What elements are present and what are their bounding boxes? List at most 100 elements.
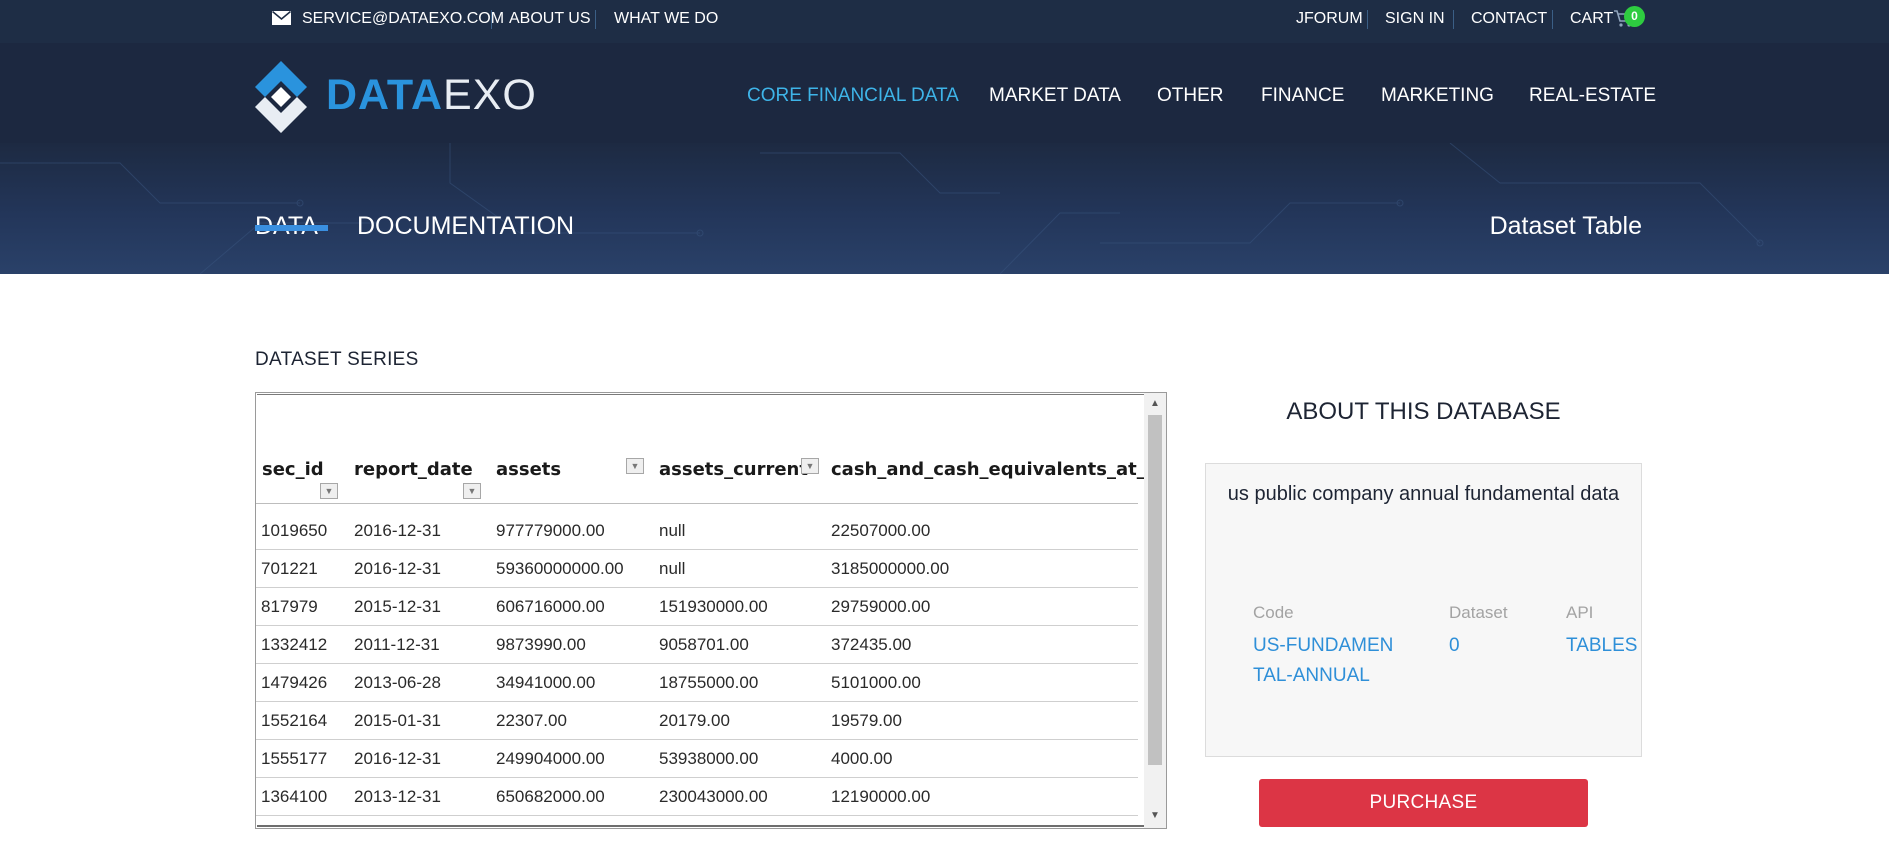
section-title: DATASET SERIES bbox=[255, 349, 419, 370]
table-bottom-border bbox=[257, 825, 1144, 827]
logo-icon[interactable] bbox=[253, 61, 317, 133]
about-title: ABOUT THIS DATABASE bbox=[1286, 398, 1561, 425]
table-row[interactable]: 1555177 2016-12-31 249904000.00 53938000… bbox=[256, 740, 1138, 778]
table-row[interactable]: 1332412 2011-12-31 9873990.00 9058701.00… bbox=[256, 626, 1138, 664]
cell-sec-id: 1364100 bbox=[261, 787, 328, 806]
table-row[interactable]: 1364100 2013-12-31 650682000.00 23004300… bbox=[256, 778, 1138, 816]
code-label: Code bbox=[1253, 603, 1294, 622]
cell-sec-id: 1332412 bbox=[261, 635, 328, 654]
scroll-down-icon[interactable]: ▼ bbox=[1144, 807, 1166, 825]
divider bbox=[1367, 10, 1368, 29]
cell-assets: 59360000000.00 bbox=[496, 559, 624, 578]
nav-market-data[interactable]: MARKET DATA bbox=[989, 83, 1121, 109]
cell-cash: 3185000000.00 bbox=[831, 559, 950, 578]
cell-report-date: 2016-12-31 bbox=[354, 521, 441, 540]
dataset-link[interactable]: 0 bbox=[1449, 631, 1460, 661]
cell-cash: 19579.00 bbox=[831, 711, 902, 730]
table-row[interactable]: 817979 2015-12-31 606716000.00 151930000… bbox=[256, 588, 1138, 626]
filter-dropdown-icon[interactable]: ▼ bbox=[626, 458, 644, 474]
logo-text-thin: EXO bbox=[443, 71, 537, 119]
nav-marketing[interactable]: MARKETING bbox=[1381, 83, 1494, 109]
table-top-border bbox=[257, 394, 1144, 395]
cell-cash: 372435.00 bbox=[831, 635, 912, 654]
table-row[interactable]: 1479426 2013-06-28 34941000.00 18755000.… bbox=[256, 664, 1138, 702]
page-subtitle: Dataset Table bbox=[1489, 212, 1642, 240]
scroll-up-icon[interactable]: ▲ bbox=[1144, 395, 1166, 413]
table-row[interactable]: 1019650 2016-12-31 977779000.00 null 225… bbox=[256, 512, 1138, 550]
vertical-scrollbar[interactable]: ▲ ▼ bbox=[1144, 393, 1166, 828]
cell-assets-current: null bbox=[659, 521, 686, 540]
divider bbox=[1453, 10, 1454, 29]
cell-assets: 606716000.00 bbox=[496, 597, 605, 616]
nav-finance[interactable]: FINANCE bbox=[1261, 83, 1344, 109]
cell-report-date: 2013-06-28 bbox=[354, 673, 441, 692]
contact-link[interactable]: CONTACT bbox=[1471, 0, 1547, 38]
database-name: us public company annual fundamental dat… bbox=[1227, 483, 1620, 505]
cart-link[interactable]: CART bbox=[1570, 0, 1613, 38]
about-us-link[interactable]: ABOUT US bbox=[509, 0, 591, 38]
dataset-label: Dataset bbox=[1449, 603, 1508, 622]
cell-assets: 34941000.00 bbox=[496, 673, 596, 692]
filter-dropdown-icon[interactable]: ▼ bbox=[801, 458, 819, 474]
cell-assets: 650682000.00 bbox=[496, 787, 605, 806]
nav-core-financial-data[interactable]: CORE FINANCIAL DATA bbox=[747, 83, 959, 109]
filter-dropdown-icon[interactable]: ▼ bbox=[463, 483, 481, 499]
tab-documentation[interactable]: DOCUMENTATION bbox=[357, 209, 574, 243]
cell-assets: 977779000.00 bbox=[496, 521, 605, 540]
cell-sec-id: 817979 bbox=[261, 597, 318, 616]
cell-sec-id: 701221 bbox=[261, 559, 318, 578]
purchase-button[interactable]: PURCHASE bbox=[1259, 779, 1588, 827]
cell-assets: 249904000.00 bbox=[496, 749, 605, 768]
column-header-cash-and-cash-equivalents[interactable]: cash_and_cash_equivalents_at_ bbox=[831, 459, 1146, 480]
cell-assets: 9873990.00 bbox=[496, 635, 586, 654]
cell-sec-id: 1479426 bbox=[261, 673, 328, 692]
logo-text-bold: DATA bbox=[326, 71, 444, 119]
cell-assets-current: 151930000.00 bbox=[659, 597, 768, 616]
mail-icon bbox=[272, 11, 291, 25]
cell-report-date: 2015-12-31 bbox=[354, 597, 441, 616]
nav-other[interactable]: OTHER bbox=[1157, 83, 1224, 109]
api-label: API bbox=[1566, 603, 1594, 622]
cell-cash: 4000.00 bbox=[831, 749, 893, 768]
cell-report-date: 2016-12-31 bbox=[354, 749, 441, 768]
filter-dropdown-icon[interactable]: ▼ bbox=[320, 483, 338, 499]
email-link[interactable]: SERVICE@DATAEXO.COM bbox=[302, 0, 504, 38]
cell-report-date: 2015-01-31 bbox=[354, 711, 441, 730]
active-tab-indicator bbox=[255, 225, 328, 231]
header: DATAEXO CORE FINANCIAL DATA MARKET DATA … bbox=[0, 43, 1889, 274]
column-header-assets[interactable]: assets bbox=[496, 459, 561, 480]
jforum-link[interactable]: JFORUM bbox=[1296, 0, 1363, 38]
column-header-assets-current[interactable]: assets_current bbox=[659, 459, 808, 480]
cell-assets-current: 230043000.00 bbox=[659, 787, 768, 806]
cell-report-date: 2016-12-31 bbox=[354, 559, 441, 578]
table-row[interactable]: 701221 2016-12-31 59360000000.00 null 31… bbox=[256, 550, 1138, 588]
code-link[interactable]: US-FUNDAMENTAL-ANNUAL bbox=[1253, 631, 1403, 691]
divider bbox=[1552, 10, 1553, 29]
cell-assets-current: 18755000.00 bbox=[659, 673, 759, 692]
cell-sec-id: 1552164 bbox=[261, 711, 328, 730]
cell-sec-id: 1019650 bbox=[261, 521, 328, 540]
cell-sec-id: 1555177 bbox=[261, 749, 328, 768]
cell-cash: 5101000.00 bbox=[831, 673, 921, 692]
scrollbar-thumb[interactable] bbox=[1148, 415, 1162, 765]
cell-report-date: 2013-12-31 bbox=[354, 787, 441, 806]
cell-assets: 22307.00 bbox=[496, 711, 567, 730]
dataset-table[interactable]: sec_id report_date assets assets_current… bbox=[255, 392, 1167, 829]
column-header-sec-id[interactable]: sec_id bbox=[262, 459, 324, 480]
what-we-do-link[interactable]: WHAT WE DO bbox=[614, 0, 718, 38]
nav-real-estate[interactable]: REAL-ESTATE bbox=[1529, 83, 1656, 109]
cell-cash: 22507000.00 bbox=[831, 521, 931, 540]
cell-cash: 12190000.00 bbox=[831, 787, 931, 806]
sign-in-link[interactable]: SIGN IN bbox=[1385, 0, 1445, 38]
divider bbox=[595, 10, 596, 29]
logo-wordmark[interactable]: DATAEXO bbox=[326, 69, 537, 121]
cell-cash: 29759000.00 bbox=[831, 597, 931, 616]
table-row[interactable]: 1552164 2015-01-31 22307.00 20179.00 195… bbox=[256, 702, 1138, 740]
divider bbox=[491, 10, 492, 29]
column-header-report-date[interactable]: report_date bbox=[354, 459, 473, 480]
cell-assets-current: 20179.00 bbox=[659, 711, 730, 730]
api-tables-link[interactable]: TABLES bbox=[1566, 631, 1637, 661]
cell-assets-current: 53938000.00 bbox=[659, 749, 759, 768]
top-bar: SERVICE@DATAEXO.COM ABOUT US WHAT WE DO … bbox=[0, 0, 1889, 43]
cart-count-badge: 0 bbox=[1624, 6, 1645, 27]
